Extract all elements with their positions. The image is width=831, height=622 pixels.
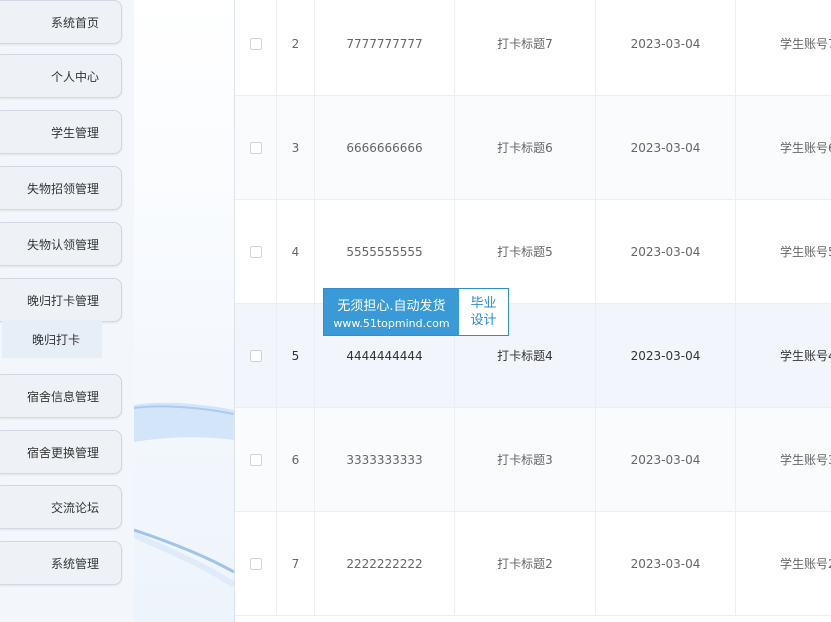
sidebar-item-dorm-info[interactable]: 宿舍信息管理 (0, 374, 122, 418)
row-title: 打卡标题7 (455, 0, 596, 95)
sidebar-item-home[interactable]: 系统首页 (0, 0, 122, 44)
row-checkbox[interactable] (249, 349, 262, 362)
sidebar-item-label: 系统首页 (50, 15, 99, 30)
table-row[interactable]: 2 7777777777 打卡标题7 2023-03-04 学生账号7 (235, 0, 831, 96)
row-index: 5 (277, 304, 315, 407)
row-date: 2023-03-04 (596, 200, 736, 303)
row-student: 学生账号5 (780, 245, 831, 259)
sidebar-item-personal-center[interactable]: 个人中心 (0, 54, 122, 98)
background-decoration (134, 0, 234, 622)
sidebar-item-dorm-change[interactable]: 宿舍更换管理 (0, 430, 122, 474)
row-date: 2023-03-04 (596, 96, 736, 199)
sidebar-item-label: 宿舍更换管理 (26, 445, 99, 460)
sidebar-item-label: 个人中心 (50, 69, 99, 84)
row-account: 3333333333 (315, 408, 455, 511)
table-row[interactable]: 6 3333333333 打卡标题3 2023-03-04 学生账号3 (235, 408, 831, 512)
sidebar-subitem-late-checkin[interactable]: 晚归打卡 (2, 320, 102, 358)
table-row[interactable]: 7 2222222222 打卡标题2 2023-03-04 学生账号2 (235, 512, 831, 616)
watermark-badge: 无须担心.自动发货 www.51topmind.com 毕业 设计 (323, 288, 509, 336)
row-index: 4 (277, 200, 315, 303)
sidebar-item-forum[interactable]: 交流论坛 (0, 485, 122, 529)
row-student: 学生账号3 (780, 453, 831, 467)
sidebar-item-label: 失物认领管理 (26, 237, 99, 252)
row-student: 学生账号4 (780, 349, 831, 363)
row-checkbox[interactable] (249, 557, 262, 570)
row-checkbox-cell (235, 512, 277, 615)
row-checkbox-cell (235, 304, 277, 407)
sidebar-item-label: 失物招领管理 (26, 181, 99, 196)
row-date: 2023-03-04 (596, 408, 736, 511)
row-date: 2023-03-04 (596, 304, 736, 407)
row-checkbox-cell (235, 96, 277, 199)
sidebar-item-students[interactable]: 学生管理 (0, 110, 122, 154)
row-account: 7777777777 (315, 0, 455, 95)
row-student: 学生账号7 (780, 37, 831, 51)
table-row[interactable]: 3 6666666666 打卡标题6 2023-03-04 学生账号6 (235, 96, 831, 200)
sidebar-subitem-label: 晚归打卡 (32, 332, 81, 347)
sidebar-item-lost-found[interactable]: 失物招领管理 (0, 166, 122, 210)
row-checkbox[interactable] (249, 141, 262, 154)
row-date: 2023-03-04 (596, 0, 736, 95)
row-checkbox[interactable] (249, 453, 262, 466)
sidebar-item-label: 交流论坛 (50, 500, 99, 515)
row-checkbox-cell (235, 0, 277, 95)
sidebar-item-late-checkin[interactable]: 晚归打卡管理 (0, 278, 122, 322)
row-checkbox-cell (235, 200, 277, 303)
row-title: 打卡标题3 (455, 408, 596, 511)
row-index: 6 (277, 408, 315, 511)
watermark-slogan: 无须担心.自动发货 (337, 298, 446, 314)
row-title: 打卡标题6 (455, 96, 596, 199)
row-index: 2 (277, 0, 315, 95)
row-index: 3 (277, 96, 315, 199)
watermark-right: 毕业 设计 (459, 289, 508, 335)
row-date: 2023-03-04 (596, 512, 736, 615)
row-title: 打卡标题2 (455, 512, 596, 615)
watermark-url: www.51topmind.com (333, 316, 450, 330)
row-account: 6666666666 (315, 96, 455, 199)
row-index: 7 (277, 512, 315, 615)
sidebar: 系统首页 个人中心 学生管理 失物招领管理 失物认领管理 晚归打卡管理 晚归打卡… (0, 0, 135, 622)
sidebar-item-label: 学生管理 (50, 125, 99, 140)
sidebar-item-system[interactable]: 系统管理 (0, 541, 122, 585)
sidebar-item-claims[interactable]: 失物认领管理 (0, 222, 122, 266)
row-account: 2222222222 (315, 512, 455, 615)
row-student: 学生账号6 (780, 141, 831, 155)
row-student: 学生账号2 (780, 557, 831, 571)
sidebar-item-label: 系统管理 (50, 556, 99, 571)
row-checkbox[interactable] (249, 245, 262, 258)
sidebar-item-label: 宿舍信息管理 (26, 389, 99, 404)
row-checkbox-cell (235, 408, 277, 511)
watermark-left: 无须担心.自动发货 www.51topmind.com (324, 289, 459, 335)
watermark-text-top: 毕业 (470, 296, 497, 311)
row-checkbox[interactable] (249, 37, 262, 50)
watermark-text-bottom: 设计 (470, 313, 497, 328)
sidebar-item-label: 晚归打卡管理 (26, 293, 99, 308)
wave-decoration (134, 402, 234, 588)
